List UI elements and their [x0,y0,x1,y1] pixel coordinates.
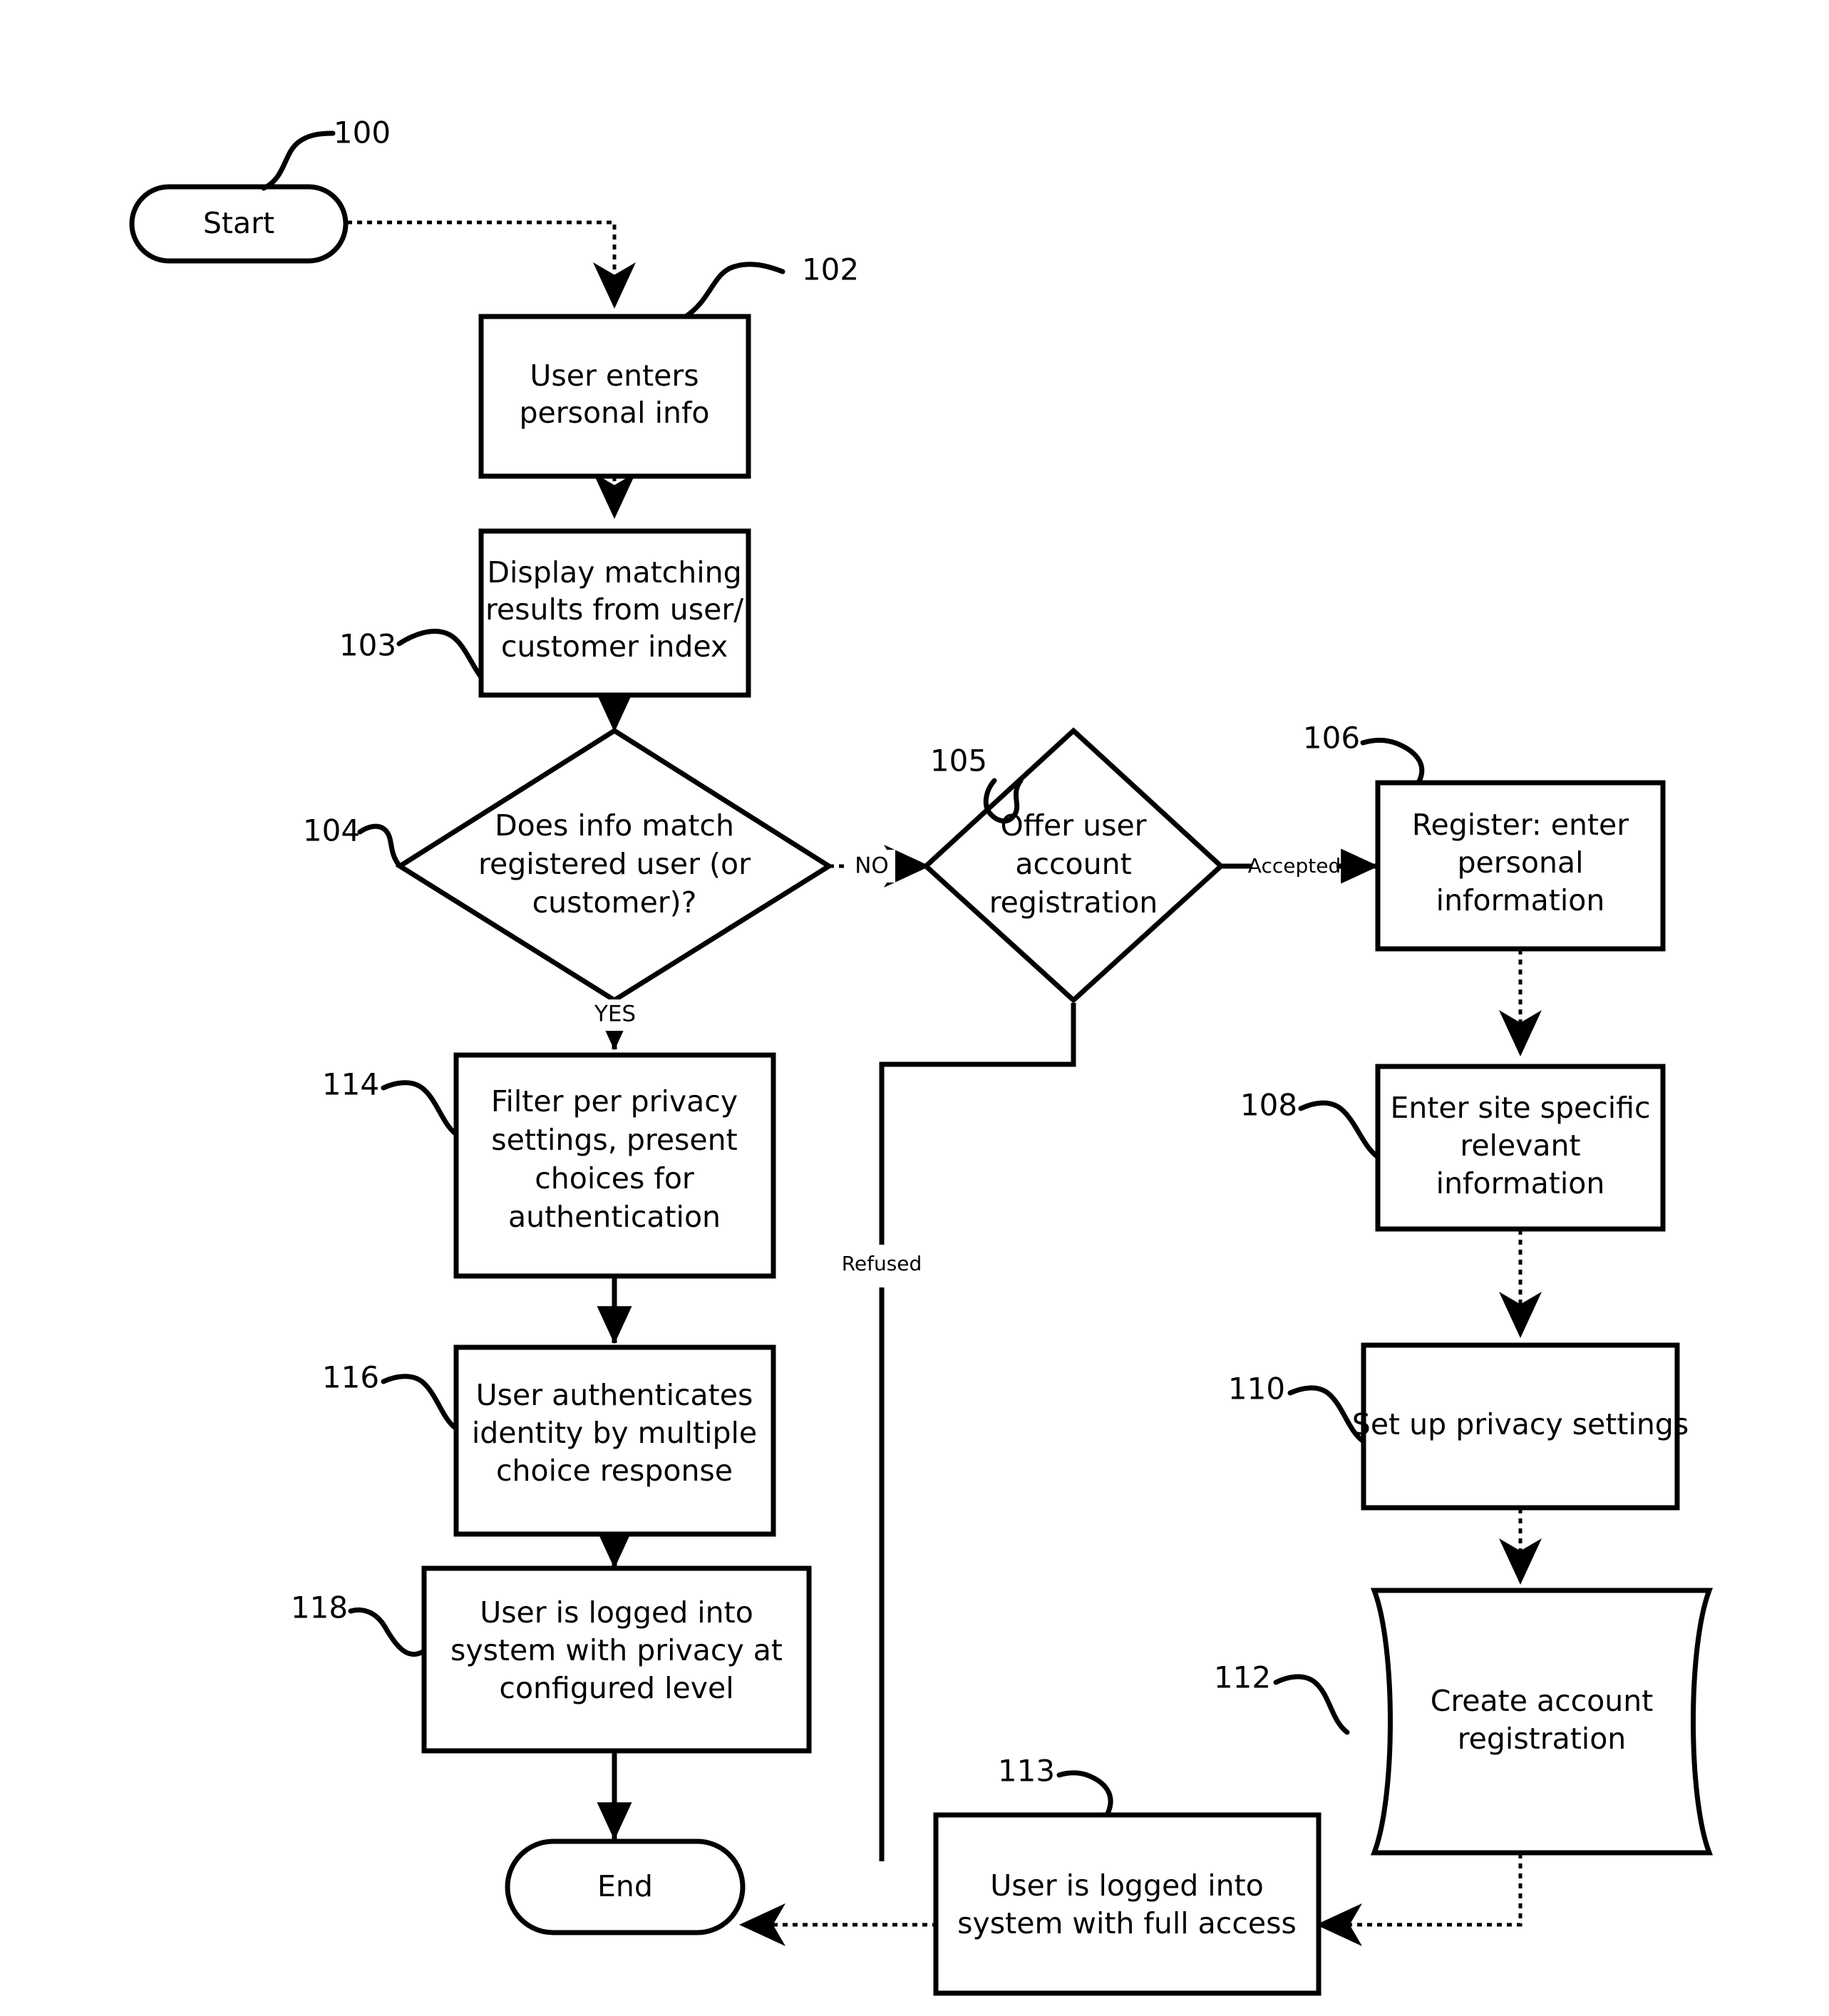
node-116-line2: identity by multiple [472,1416,757,1450]
node-102-line2: personal info [520,396,710,430]
ref-label-114: 114 [322,1067,379,1102]
edge-label-accepted-text: Accepted [1248,854,1341,878]
node-114-line1: Filter per privacy [491,1084,738,1118]
node-108-line1: Enter site specific [1390,1091,1650,1125]
flowchart-canvas: Start 100 User enters personal info 102 … [129,115,1714,1996]
node-102[interactable]: User enters personal info [478,314,751,479]
node-106-line3: information [1436,883,1605,917]
node-106-line1: Register: enter [1412,808,1629,842]
node-end[interactable]: End [505,1838,746,1935]
node-105-line2: account [1015,847,1131,881]
edge-label-yes-text: YES [594,1002,636,1027]
edge-label-accepted: Accepted [1248,851,1341,883]
ref-leader-110: 110 [1228,1372,1366,1444]
edge-112-to-113 [1316,1853,1523,1946]
node-116-line3: choice response [496,1454,733,1488]
node-114-line4: authentication [508,1200,721,1234]
node-116-line1: User authenticates [476,1378,753,1412]
ref-leader-114: 114 [322,1067,459,1137]
node-start-label: Start [203,206,274,240]
edge-label-no-text: NO [855,853,889,879]
ref-label-108: 108 [1240,1088,1297,1123]
ref-label-110: 110 [1228,1372,1285,1406]
flowchart-page: Start 100 User enters personal info 102 … [0,0,1829,2016]
node-112-line1: Create account [1431,1684,1654,1718]
ref-label-116: 116 [322,1360,379,1395]
node-112-line2: registration [1458,1722,1627,1756]
node-113-line2: system with full access [957,1906,1297,1940]
node-118[interactable]: User is logged into system with privacy … [421,1565,812,1754]
ref-label-100: 100 [334,115,391,150]
ref-label-102: 102 [802,252,859,287]
node-103-line2: results from user/ [485,592,743,627]
node-118-line1: User is logged into [480,1595,753,1630]
ref-label-103: 103 [339,628,396,663]
node-106[interactable]: Register: enter personal information [1375,780,1666,952]
node-114-line2: settings, present [491,1123,737,1157]
ref-leader-108: 108 [1240,1088,1381,1160]
ref-leader-104: 104 [303,813,403,869]
ref-leader-103: 103 [339,628,484,680]
node-105-line1: Offer user [1000,808,1146,843]
node-103[interactable]: Display matching results from user/ cust… [478,528,751,698]
node-113[interactable]: User is logged into system with full acc… [933,1812,1321,1996]
node-102-line1: User enters [530,359,699,393]
node-114-line3: choices for [535,1161,694,1195]
edge-label-refused-text: Refused [842,1252,922,1275]
edge-start-to-102 [347,220,636,309]
ref-leader-100: 100 [261,115,391,191]
ref-leader-118: 118 [291,1590,427,1657]
ref-leader-106: 106 [1303,721,1425,786]
node-108-line3: information [1436,1166,1605,1200]
node-108-line2: relevant [1460,1128,1580,1163]
node-104[interactable]: Does info match registered user (or cust… [395,727,834,1004]
node-118-line2: system with privacy at [450,1633,783,1667]
node-110[interactable]: Set up privacy settings [1352,1342,1689,1511]
edge-105-refused [879,1003,1076,1861]
node-104-line2: registered user (or [478,847,751,881]
ref-leader-102: 102 [683,252,859,319]
node-113-line1: User is logged into [990,1868,1264,1903]
node-108[interactable]: Enter site specific relevant information [1375,1064,1666,1232]
node-112[interactable]: Create account registration [1370,1588,1714,1856]
ref-label-113: 113 [998,1754,1055,1789]
ref-leader-112: 112 [1214,1660,1350,1735]
ref-leader-113: 113 [998,1754,1113,1818]
node-end-label: End [597,1869,653,1903]
node-106-line2: personal [1457,845,1583,880]
node-104-line3: customer)? [532,885,697,920]
node-116[interactable]: User authenticates identity by multiple … [453,1344,776,1537]
node-114[interactable]: Filter per privacy settings, present cho… [453,1052,776,1279]
ref-label-106: 106 [1303,721,1360,756]
ref-leader-116: 116 [322,1360,459,1431]
node-104-line1: Does info match [495,808,734,843]
edge-label-yes: YES [587,999,643,1031]
node-118-line3: configured level [499,1671,733,1705]
ref-label-105: 105 [930,744,987,778]
ref-label-104: 104 [303,813,360,848]
node-105-line3: registration [989,885,1158,920]
node-start[interactable]: Start [129,184,349,264]
edge-label-no: NO [848,850,895,883]
node-103-line1: Display matching [487,555,741,590]
node-110-line1: Set up privacy settings [1352,1407,1689,1441]
edge-label-refused: Refused [834,1247,930,1281]
ref-label-112: 112 [1214,1660,1271,1695]
node-103-line3: customer index [501,629,728,664]
ref-label-118: 118 [291,1590,348,1625]
